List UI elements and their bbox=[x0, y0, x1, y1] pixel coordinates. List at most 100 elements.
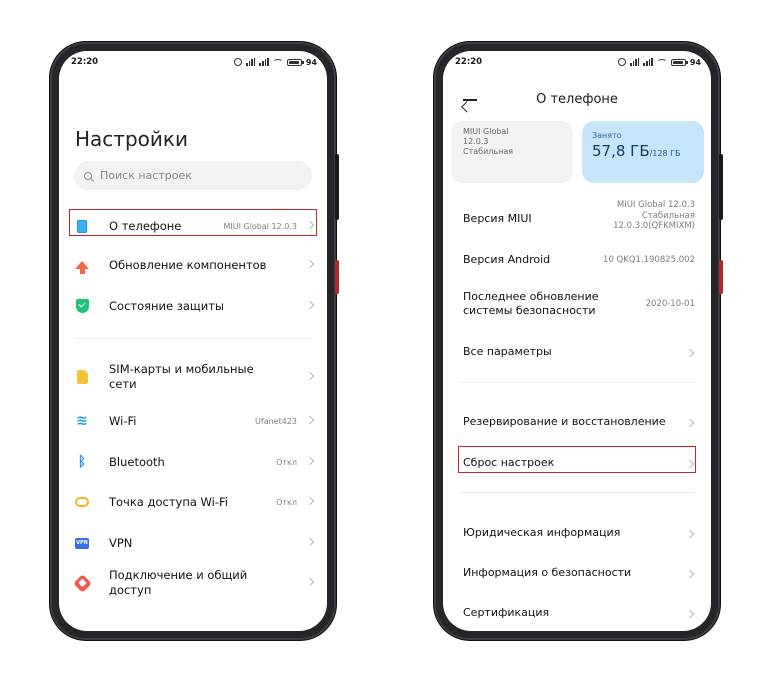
top-bar: О телефоне bbox=[443, 85, 711, 115]
item-value: Откл bbox=[276, 497, 297, 507]
info-label: Все параметры bbox=[463, 345, 552, 358]
action-backup-restore[interactable]: Резервирование и восстановление bbox=[443, 411, 711, 435]
search-input[interactable]: Поиск настроек bbox=[74, 161, 312, 190]
battery-icon bbox=[670, 58, 688, 66]
info-value: 10 QKQ1.190825.002 bbox=[603, 255, 695, 265]
settings-screen: 22:20 94 Настройки Поиск настроек О теле… bbox=[59, 51, 327, 631]
legal-label: Информация о безопасности bbox=[463, 566, 632, 579]
miui-version-card[interactable]: MIUI Global 12.0.3 Стабильная bbox=[451, 121, 573, 183]
alarm-icon bbox=[618, 58, 627, 66]
about-phone-screen: 22:20 94 О телефоне MIUI Global 12.0.3 С… bbox=[443, 51, 711, 631]
chevron-right-icon bbox=[685, 418, 695, 428]
chevron-right-icon bbox=[685, 569, 695, 579]
hotspot-icon bbox=[75, 495, 89, 509]
vpn-icon: VPN bbox=[75, 536, 89, 550]
legal-label: Юридическая информация bbox=[463, 526, 621, 539]
search-placeholder: Поиск настроек bbox=[100, 169, 192, 182]
item-label: Подключение и общий доступ bbox=[109, 568, 248, 597]
divider bbox=[75, 338, 311, 339]
search-icon bbox=[84, 171, 92, 180]
battery-icon bbox=[286, 58, 304, 66]
status-time: 22:20 bbox=[71, 57, 99, 67]
bluetooth-icon: ᛒ bbox=[77, 454, 87, 470]
chevron-right-icon bbox=[305, 496, 315, 505]
volume-button bbox=[719, 154, 723, 220]
signal-icon-2 bbox=[259, 58, 269, 66]
item-value: Ufanet423 bbox=[255, 416, 297, 426]
item-label: Wi-Fi bbox=[109, 413, 137, 428]
settings-item-vpn[interactable]: VPN VPN bbox=[59, 529, 327, 557]
divider bbox=[459, 382, 695, 383]
security-info[interactable]: Информация о безопасности bbox=[443, 562, 711, 586]
storage-card[interactable]: Занято 57,8 ГБ/128 ГБ bbox=[582, 121, 704, 183]
info-label: Версия Android bbox=[463, 253, 551, 266]
info-all-specs[interactable]: Все параметры bbox=[443, 341, 711, 365]
settings-item-sim[interactable]: SIM-карты и мобильные сети bbox=[59, 357, 327, 397]
chevron-right-icon bbox=[305, 537, 315, 546]
info-label: Версия MIUI bbox=[463, 212, 532, 225]
info-miui-version[interactable]: Версия MIUI MIUI Global 12.0.3 Стабильна… bbox=[443, 197, 711, 241]
miui-card-line3: Стабильная bbox=[463, 147, 514, 156]
info-value: MIUI Global 12.0.3 Стабильная 12.0.3.0(Q… bbox=[613, 200, 695, 231]
info-security-update[interactable]: Последнее обновление системы безопасност… bbox=[443, 287, 711, 321]
settings-item-components-update[interactable]: Обновление компонентов bbox=[59, 251, 327, 279]
update-arrow-icon bbox=[75, 258, 89, 274]
settings-item-protection-status[interactable]: Состояние защиты bbox=[59, 292, 327, 320]
settings-item-connection-sharing[interactable]: Подключение и общий доступ bbox=[59, 563, 327, 603]
power-button bbox=[335, 260, 339, 294]
info-value: 2020-10-01 bbox=[645, 299, 695, 309]
chevron-right-icon bbox=[305, 371, 315, 380]
alarm-icon bbox=[234, 58, 243, 66]
action-label: Резервирование и восстановление bbox=[463, 415, 666, 428]
wifi-status-icon bbox=[272, 58, 283, 66]
page-title: Настройки bbox=[75, 127, 188, 151]
settings-item-hotspot[interactable]: Точка доступа Wi-Fi Откл bbox=[59, 488, 327, 516]
chevron-right-icon bbox=[685, 529, 695, 539]
wifi-status-icon bbox=[656, 58, 667, 66]
volume-button bbox=[335, 154, 339, 220]
info-label: Последнее обновление системы безопасност… bbox=[463, 290, 599, 317]
item-label: Состояние защиты bbox=[109, 298, 225, 313]
signal-icon bbox=[630, 58, 640, 66]
storage-total: /128 ГБ bbox=[649, 149, 681, 158]
status-bar: 22:20 94 bbox=[59, 51, 327, 73]
shield-icon bbox=[75, 299, 89, 313]
highlight-box bbox=[69, 209, 317, 236]
settings-item-wifi[interactable]: ≋ Wi-Fi Ufanet423 bbox=[59, 407, 327, 435]
chevron-right-icon bbox=[305, 259, 315, 268]
miui-card-line2: 12.0.3 bbox=[463, 137, 489, 146]
chevron-right-icon bbox=[685, 609, 695, 619]
sim-card-icon bbox=[75, 370, 89, 384]
item-label: Bluetooth bbox=[109, 454, 165, 469]
chevron-right-icon bbox=[685, 348, 695, 358]
miui-card-line1: MIUI Global bbox=[463, 127, 509, 136]
highlight-box bbox=[458, 446, 696, 473]
divider bbox=[459, 492, 695, 493]
status-bar: 22:20 94 bbox=[443, 51, 711, 73]
page-title: О телефоне bbox=[536, 92, 618, 107]
storage-label: Занято bbox=[592, 131, 622, 140]
battery-level: 94 bbox=[689, 57, 701, 67]
chevron-right-icon bbox=[305, 300, 315, 309]
chevron-right-icon bbox=[305, 456, 315, 465]
item-label: VPN bbox=[109, 535, 133, 550]
legal-label: Сертификация bbox=[463, 606, 550, 619]
item-value: Откл bbox=[276, 457, 297, 467]
phone-left: 22:20 94 Настройки Поиск настроек О теле… bbox=[50, 42, 339, 640]
settings-item-bluetooth[interactable]: ᛒ Bluetooth Откл bbox=[59, 448, 327, 476]
status-time: 22:20 bbox=[455, 57, 483, 67]
share-icon bbox=[72, 573, 92, 593]
wifi-icon: ≋ bbox=[76, 413, 88, 429]
battery-level: 94 bbox=[305, 57, 317, 67]
chevron-right-icon bbox=[305, 577, 315, 586]
signal-icon-2 bbox=[643, 58, 653, 66]
item-label: Обновление компонентов bbox=[109, 257, 267, 272]
phone-right: 22:20 94 О телефоне MIUI Global 12.0.3 С… bbox=[434, 42, 723, 640]
info-android-version[interactable]: Версия Android 10 QKQ1.190825.002 bbox=[443, 249, 711, 273]
certification[interactable]: Сертификация bbox=[443, 602, 711, 626]
signal-icon bbox=[246, 58, 256, 66]
legal-info[interactable]: Юридическая информация bbox=[443, 522, 711, 546]
item-label: Точка доступа Wi-Fi bbox=[109, 494, 228, 509]
power-button bbox=[719, 260, 723, 294]
chevron-right-icon bbox=[305, 415, 315, 424]
